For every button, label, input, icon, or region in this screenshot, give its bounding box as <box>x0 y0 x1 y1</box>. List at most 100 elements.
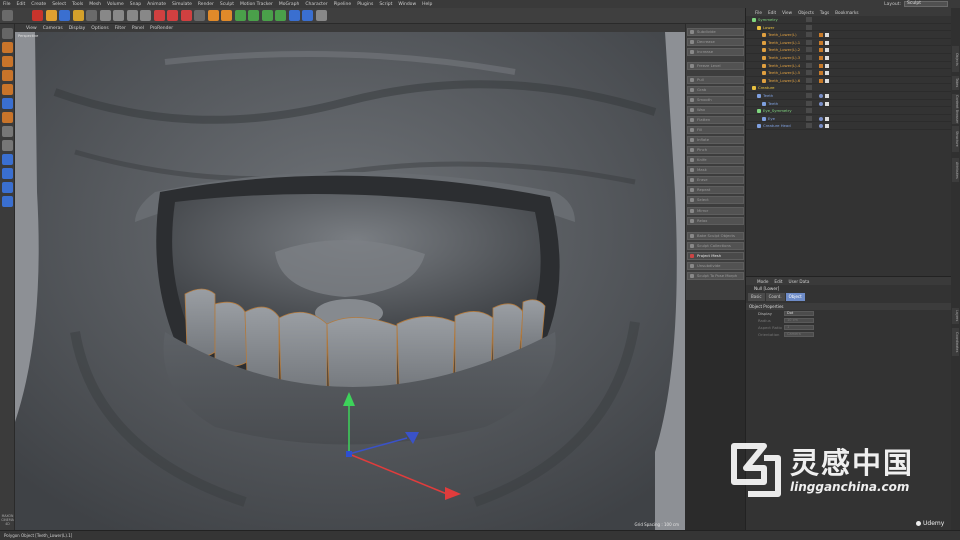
visibility-toggle[interactable] <box>806 77 812 83</box>
palette-erase-button[interactable]: Erase <box>687 176 744 184</box>
menu-animate[interactable]: Animate <box>144 2 169 7</box>
menu-motion-tracker[interactable]: Motion Tracker <box>237 2 276 7</box>
camera-icon[interactable] <box>275 10 286 21</box>
light-icon[interactable] <box>288 10 300 21</box>
render-settings-icon[interactable] <box>180 10 192 21</box>
attribute-value-field[interactable]: 10 cm <box>784 318 814 323</box>
object-tree-row[interactable]: Teeth <box>746 100 951 108</box>
scale-icon[interactable] <box>59 10 70 21</box>
palette-pull-button[interactable]: Pull <box>687 76 744 84</box>
render-view-icon[interactable] <box>153 10 165 21</box>
viewport-menu-filter[interactable]: Filter <box>112 26 129 31</box>
rotate-icon[interactable] <box>72 10 84 21</box>
menu-select[interactable]: Select <box>49 2 69 7</box>
visibility-toggle[interactable] <box>806 24 812 30</box>
palette-decrease-button[interactable]: Decrease <box>687 38 744 46</box>
menu-help[interactable]: Help <box>419 2 435 7</box>
palette-knife-button[interactable]: Knife <box>687 156 744 164</box>
menu-sculpt[interactable]: Sculpt <box>217 2 237 7</box>
material-icon[interactable] <box>302 10 313 21</box>
visibility-toggle[interactable] <box>806 62 812 68</box>
material-tag-icon[interactable] <box>819 116 823 121</box>
coord-system-icon[interactable] <box>140 10 151 21</box>
side-tab-content-browser[interactable]: Content Browser <box>952 94 959 124</box>
layout-select[interactable]: Sculpt <box>904 1 948 7</box>
menu-edit[interactable]: Edit <box>14 2 29 7</box>
side-tab-coordinates[interactable]: Coordinates <box>952 328 959 356</box>
phong-tag-icon[interactable] <box>819 63 823 68</box>
menu-character[interactable]: Character <box>302 2 330 7</box>
attribute-value-field[interactable]: 1 <box>784 325 814 330</box>
menu-simulate[interactable]: Simulate <box>169 2 195 7</box>
palette-subdivide-button[interactable]: Subdivide <box>687 28 744 36</box>
object-tree-row[interactable]: Creature Head <box>746 122 951 130</box>
axis-mode-icon[interactable] <box>2 112 13 123</box>
edit-mode-icon[interactable] <box>194 10 205 21</box>
om-menu-view[interactable]: View <box>779 10 795 15</box>
uv-mode-icon[interactable] <box>2 98 13 109</box>
phong-tag-icon[interactable] <box>819 78 823 83</box>
palette-select-button[interactable]: Select <box>687 196 744 204</box>
sculpt-tag-icon[interactable] <box>825 101 829 106</box>
viewport-menu-prorender[interactable]: ProRender <box>147 26 176 31</box>
viewport-menu-panel[interactable]: Panel <box>129 26 147 31</box>
palette-repeat-button[interactable]: Repeat <box>687 186 744 194</box>
om-menu-file[interactable]: File <box>752 10 765 15</box>
palette-inflate-button[interactable]: Inflate <box>687 136 744 144</box>
palette-wax-button[interactable]: Wax <box>687 106 744 114</box>
visibility-toggle[interactable] <box>806 123 812 129</box>
menu-mograph[interactable]: MoGraph <box>276 2 302 7</box>
material-tag-icon[interactable] <box>819 101 823 106</box>
sculpt-tag-icon[interactable] <box>825 78 829 83</box>
object-tree-row[interactable]: Teeth <box>746 92 951 100</box>
sculpt-mode-icon[interactable] <box>2 168 13 179</box>
object-tree-row[interactable]: Teeth_Lower(L).6 <box>746 77 951 85</box>
palette-mask-button[interactable]: Mask <box>687 166 744 174</box>
am-menu-user-data[interactable]: User Data <box>786 279 813 284</box>
sculpt-tag-icon[interactable] <box>825 124 829 129</box>
om-menu-objects[interactable]: Objects <box>795 10 817 15</box>
sculpt-tag-icon[interactable] <box>825 93 829 98</box>
menu-plugins[interactable]: Plugins <box>354 2 376 7</box>
menu-script[interactable]: Script <box>376 2 395 7</box>
tab-coord[interactable]: Coord. <box>765 293 785 301</box>
side-tab-objects[interactable]: Objects <box>952 46 959 72</box>
palette-pinch-button[interactable]: Pinch <box>687 146 744 154</box>
undo-icon[interactable] <box>2 10 13 21</box>
menu-snap[interactable]: Snap <box>127 2 144 7</box>
visibility-toggle[interactable] <box>806 108 812 114</box>
menu-create[interactable]: Create <box>28 2 49 7</box>
visibility-toggle[interactable] <box>806 70 812 76</box>
points-mode-icon[interactable] <box>2 56 13 67</box>
sculpt-tag-icon[interactable] <box>825 55 829 60</box>
palette-sculpt-to-pose-morph-button[interactable]: Sculpt To Pose Morph <box>687 272 744 280</box>
scene-icon[interactable] <box>261 10 273 21</box>
workplane-icon[interactable] <box>2 140 13 151</box>
z-axis-icon[interactable] <box>126 10 138 21</box>
y-axis-icon[interactable] <box>113 10 124 21</box>
polygons-mode-icon[interactable] <box>2 84 13 95</box>
palette-bake-sculpt-objects-button[interactable]: Bake Sculpt Objects <box>687 232 744 240</box>
move-icon[interactable] <box>45 10 57 21</box>
snap-icon[interactable] <box>2 126 13 137</box>
grid-icon[interactable] <box>2 196 13 207</box>
material-tag-icon[interactable] <box>819 93 823 98</box>
phong-tag-icon[interactable] <box>819 40 823 45</box>
palette-unsubdivide-button[interactable]: Unsubdivide <box>687 262 744 270</box>
material-tag-icon[interactable] <box>819 124 823 129</box>
sculpt-tag-icon[interactable] <box>825 40 829 45</box>
object-tree-row[interactable]: Teeth_Lower(L).1 <box>746 39 951 47</box>
visibility-toggle[interactable] <box>806 47 812 53</box>
edges-mode-icon[interactable] <box>2 70 13 81</box>
object-tree-row[interactable]: Teeth_Lower(L).5 <box>746 69 951 77</box>
visibility-toggle[interactable] <box>806 92 812 98</box>
sculpt-tag-icon[interactable] <box>825 116 829 121</box>
am-menu-edit[interactable]: Edit <box>771 279 785 284</box>
palette-smooth-button[interactable]: Smooth <box>687 96 744 104</box>
live-select-icon[interactable] <box>32 10 43 21</box>
recent-icon[interactable] <box>86 10 97 21</box>
generator-icon[interactable] <box>234 10 246 21</box>
object-tree-row[interactable]: Symmetry <box>746 16 951 24</box>
viewport-menu-cameras[interactable]: Cameras <box>40 26 66 31</box>
render-picture-icon[interactable] <box>167 10 178 21</box>
